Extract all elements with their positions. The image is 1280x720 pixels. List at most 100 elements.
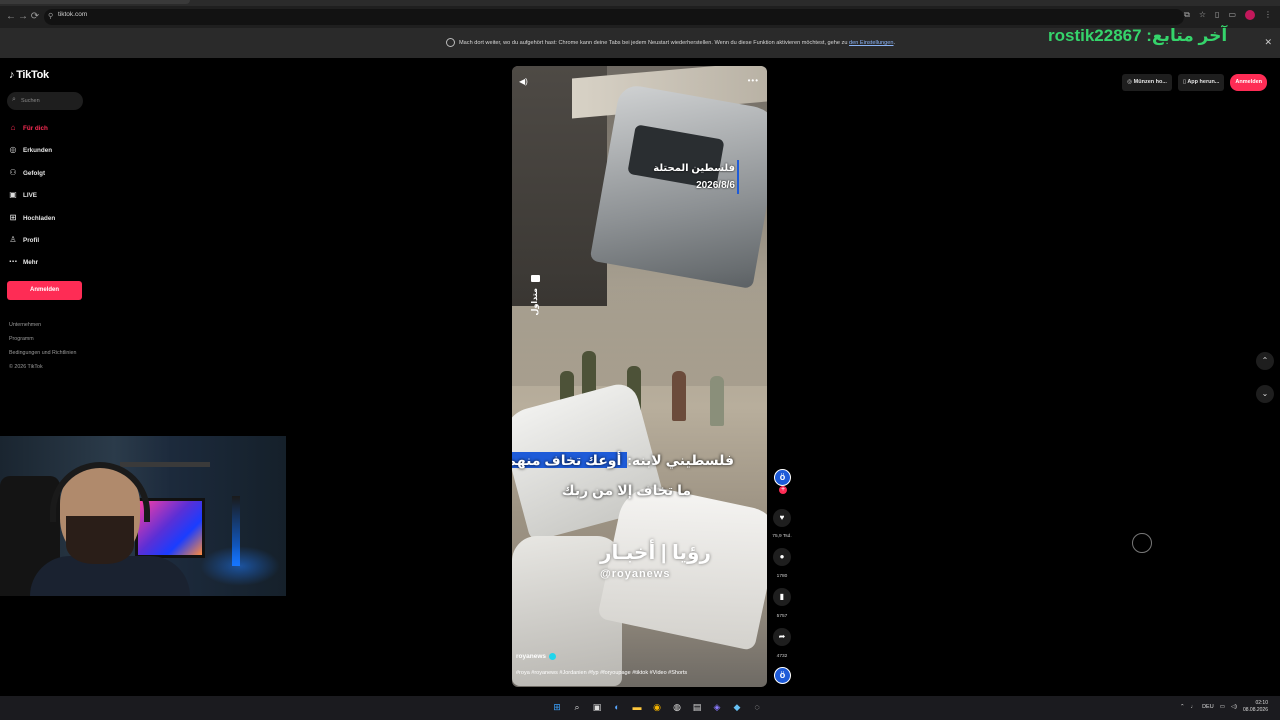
share-icon: ➦ bbox=[778, 632, 786, 641]
nav-item-profile[interactable]: ♙ Profil bbox=[9, 233, 39, 247]
heart-icon: ♥ bbox=[779, 513, 785, 522]
infobar-message: Mach dort weiter, wo du aufgehört hast: … bbox=[459, 40, 896, 46]
search-icon[interactable]: ⌕ bbox=[571, 701, 583, 713]
watermark-handle: @royanews bbox=[600, 568, 671, 580]
nav-item-live[interactable]: ▣ LIVE bbox=[9, 188, 37, 202]
search-box[interactable]: ⌕ bbox=[7, 92, 83, 110]
windows-taskbar: ⊞ ⌕ ▣ ◐ ▬ ◉ ◍ ▤ ◈ ◆ ◌ ⌃ ♩ DEU ▭ ◁) 02:10… bbox=[0, 696, 1280, 720]
extension-icon[interactable]: ▯ bbox=[1215, 10, 1219, 22]
notepad-icon[interactable]: ▤ bbox=[691, 701, 703, 713]
roya-news-watermark: رؤيا | أخبـار bbox=[600, 542, 711, 564]
compass-icon: ◎ bbox=[9, 145, 17, 154]
windows-start-icon[interactable]: ⊞ bbox=[551, 701, 563, 713]
following-icon: ⚇ bbox=[9, 168, 17, 177]
nav-item-following[interactable]: ⚇ Gefolgt bbox=[9, 166, 45, 180]
loading-spinner-icon bbox=[1132, 533, 1152, 553]
address-bar: ← → ⟳ ⚲ tiktok.com ⧉ ☆ ▯ ▭ ⋮ bbox=[0, 6, 1280, 28]
profile-icon[interactable] bbox=[1245, 10, 1255, 22]
nav-item-explore[interactable]: ◎ Erkunden bbox=[9, 143, 53, 157]
browser-tab[interactable] bbox=[0, 0, 190, 4]
url-field[interactable]: ⚲ tiktok.com bbox=[44, 9, 1184, 25]
coin-icon: ◎ bbox=[1127, 79, 1133, 85]
discord-icon[interactable]: ◈ bbox=[711, 701, 723, 713]
search-input[interactable] bbox=[21, 95, 79, 107]
menu-icon[interactable]: ⋮ bbox=[1264, 10, 1272, 22]
trending-label: متداول bbox=[530, 288, 539, 316]
more-icon: ⋯ bbox=[9, 257, 17, 266]
save-button[interactable]: ▮ bbox=[773, 588, 791, 606]
video-hashtags[interactable]: #roya #royanews #Jordanien #fyp #foryoup… bbox=[516, 670, 687, 676]
search-icon: ⌕ bbox=[12, 96, 16, 103]
video-caption-line2: ما تخاف إلا من ربك bbox=[561, 482, 691, 498]
language-indicator[interactable]: DEU bbox=[1202, 704, 1214, 710]
settings-link[interactable]: den Einstellungen bbox=[849, 40, 893, 46]
like-button[interactable]: ♥ bbox=[773, 509, 791, 527]
profile-icon: ♙ bbox=[9, 235, 17, 244]
tiktok-logo[interactable]: ♪ TikTok bbox=[9, 69, 49, 81]
edge-icon[interactable]: ◐ bbox=[611, 701, 623, 713]
reload-icon[interactable]: ⟳ bbox=[28, 10, 42, 24]
chrome-info-icon bbox=[446, 38, 455, 47]
chrome-icon[interactable]: ◉ bbox=[651, 701, 663, 713]
video-player[interactable]: ◀) ••• فلسطين المحتلة 2026/8/6 متداول فلس… bbox=[512, 66, 767, 687]
comment-icon: ● bbox=[779, 552, 785, 561]
upload-icon: ⊞ bbox=[9, 213, 17, 222]
comment-count: 1780 bbox=[776, 574, 788, 579]
phone-icon: ▯ bbox=[1182, 79, 1186, 85]
home-icon: ⌂ bbox=[10, 123, 16, 132]
task-view-icon[interactable]: ▣ bbox=[591, 701, 603, 713]
more-options-icon[interactable]: ••• bbox=[748, 76, 759, 85]
next-video-button[interactable]: ⌄ bbox=[1256, 385, 1274, 403]
monitor-icon[interactable]: ▭ bbox=[1220, 704, 1225, 710]
headset-icon bbox=[50, 462, 150, 522]
video-location-overlay: فلسطين المحتلة 2026/8/6 bbox=[653, 160, 739, 194]
clock[interactable]: 02:10 08.08.2026 bbox=[1243, 700, 1268, 714]
steam-icon[interactable]: ◆ bbox=[731, 701, 743, 713]
sidebar-footer: Unternehmen Programm Bedingungen und Ric… bbox=[9, 322, 76, 378]
close-icon[interactable]: ✕ bbox=[1264, 37, 1272, 48]
speaker-icon[interactable]: ◁) bbox=[1231, 704, 1237, 710]
sidebar-login-button[interactable]: Anmelden bbox=[7, 281, 82, 300]
like-count: 75,9 Tsd. bbox=[772, 534, 792, 539]
sidepanel-icon[interactable]: ▭ bbox=[1228, 10, 1236, 22]
comment-button[interactable]: ● bbox=[773, 548, 791, 566]
previous-video-button[interactable]: ⌃ bbox=[1256, 352, 1274, 370]
bookmark-star-icon[interactable]: ☆ bbox=[1199, 10, 1206, 22]
file-explorer-icon[interactable]: ▬ bbox=[631, 701, 643, 713]
obs-icon[interactable]: ◍ bbox=[671, 701, 683, 713]
music-disc-avatar[interactable]: ö bbox=[774, 667, 791, 684]
footer-link-program[interactable]: Programm bbox=[9, 336, 76, 342]
share-button[interactable]: ➦ bbox=[773, 628, 791, 646]
nav-item-more[interactable]: ⋯ Mehr bbox=[9, 255, 38, 269]
chevron-up-icon: ⌃ bbox=[1261, 356, 1269, 365]
header-actions: ◎ Münzen ho... ▯ App herun... Anmelden bbox=[1122, 74, 1267, 91]
tiktok-note-icon: ♪ bbox=[9, 69, 15, 81]
microphone-icon[interactable]: ♩ bbox=[1191, 704, 1197, 710]
author-avatar[interactable]: ö bbox=[774, 469, 791, 486]
volume-icon[interactable]: ◀) bbox=[519, 77, 528, 86]
follow-plus-icon[interactable]: + bbox=[779, 486, 787, 494]
save-count: 5757 bbox=[776, 614, 788, 619]
share-count: 4732 bbox=[776, 654, 788, 659]
video-author[interactable]: royanews bbox=[516, 653, 556, 660]
footer-link-terms[interactable]: Bedingungen und Richtlinien bbox=[9, 350, 76, 356]
header-login-button[interactable]: Anmelden bbox=[1230, 74, 1267, 91]
url-text: tiktok.com bbox=[58, 11, 88, 18]
live-icon: ▣ bbox=[9, 190, 17, 199]
app-icon[interactable]: ◌ bbox=[751, 701, 763, 713]
translate-icon[interactable]: ⧉ bbox=[1184, 10, 1190, 22]
get-app-button[interactable]: ▯ App herun... bbox=[1177, 74, 1225, 91]
nav-item-for-you[interactable]: ⌂ Für dich bbox=[9, 121, 48, 135]
nav-item-upload[interactable]: ⊞ Hochladen bbox=[9, 211, 56, 225]
chevron-down-icon: ⌄ bbox=[1261, 389, 1269, 398]
video-camera-icon bbox=[531, 275, 540, 282]
chevron-up-icon[interactable]: ⌃ bbox=[1180, 704, 1185, 710]
get-coins-button[interactable]: ◎ Münzen ho... bbox=[1122, 74, 1172, 91]
site-info-icon[interactable]: ⚲ bbox=[48, 12, 53, 20]
verified-icon bbox=[549, 653, 556, 660]
footer-link-company[interactable]: Unternehmen bbox=[9, 322, 76, 328]
browser-toolbar-icons: ⧉ ☆ ▯ ▭ ⋮ bbox=[1184, 10, 1272, 22]
system-tray: ⌃ ♩ DEU ▭ ◁) 02:10 08.08.2026 bbox=[1180, 700, 1268, 714]
stream-follower-overlay: rostik22867 :آخر متابع bbox=[1048, 26, 1228, 45]
taskbar-apps: ⊞ ⌕ ▣ ◐ ▬ ◉ ◍ ▤ ◈ ◆ ◌ bbox=[551, 701, 763, 713]
